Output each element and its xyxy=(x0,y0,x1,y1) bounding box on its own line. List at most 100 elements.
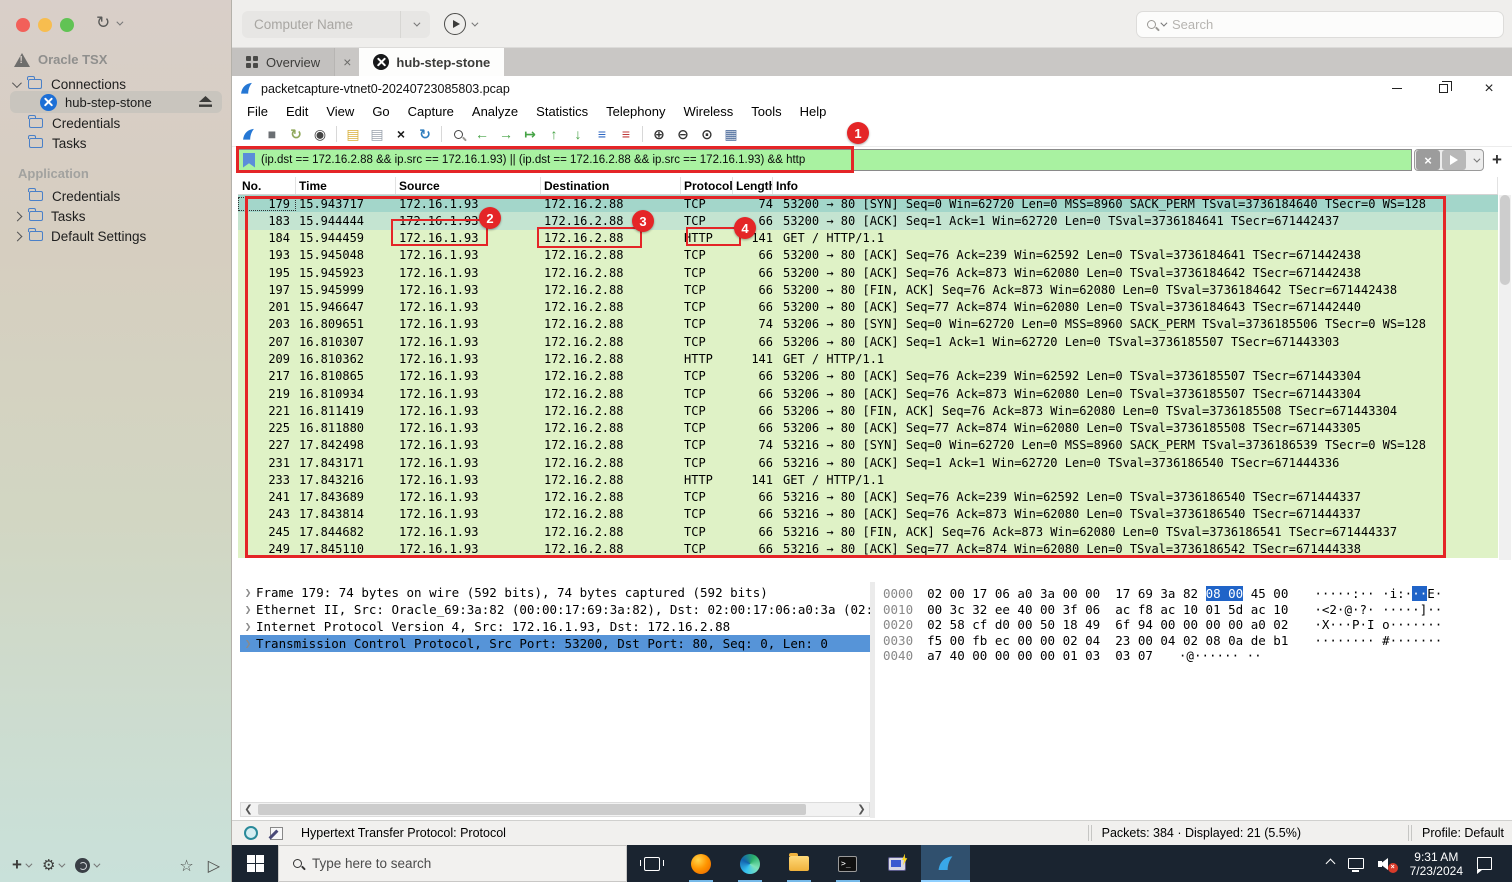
packet-row[interactable]: 241 17.843689 172.16.1.93 172.16.2.88 TCP 66 5… xyxy=(238,488,1498,506)
restore-button[interactable] xyxy=(1420,76,1466,101)
packet-row[interactable]: 183 15.944444 172.16.1.93 172.16.2.88 TCP 66 5… xyxy=(238,212,1498,230)
expand-chevron-icon[interactable]: ❯ xyxy=(240,637,256,650)
detail-tree-row[interactable]: ❯ Transmission Control Protocol, Src Port… xyxy=(240,635,870,652)
add-filter-button[interactable]: + xyxy=(1492,150,1502,170)
packet-row[interactable]: 195 15.945923 172.16.1.93 172.16.2.88 TCP 66 5… xyxy=(238,264,1498,282)
taskbar-app-command-prompt[interactable]: >_ xyxy=(823,845,872,882)
hex-dump-row[interactable]: 0030 f5 00 fb ec 00 00 02 04 23 00 04 02 … xyxy=(883,633,1505,649)
menu-telephony[interactable]: Telephony xyxy=(597,104,674,119)
expand-chevron-icon[interactable]: ❯ xyxy=(240,620,256,633)
menu-file[interactable]: File xyxy=(238,104,277,119)
column-header-destination[interactable]: Destination xyxy=(541,177,681,194)
run-button-group[interactable] xyxy=(444,13,479,35)
go-back-icon[interactable]: ← xyxy=(471,124,493,144)
annotation-pencil-icon[interactable] xyxy=(270,826,283,840)
profile-menu-button[interactable] xyxy=(75,857,101,873)
detail-tree-row[interactable]: ❯ Frame 179: 74 bytes on wire (592 bits),… xyxy=(240,584,870,601)
column-header-source[interactable]: Source xyxy=(396,177,541,194)
expand-chevron-icon[interactable]: ❯ xyxy=(240,586,256,599)
sidebar-item-hub-step-stone[interactable]: hub-step-stone xyxy=(10,91,222,113)
details-horizontal-scrollbar[interactable]: ❮ ❯ xyxy=(240,802,870,817)
packet-row[interactable]: 201 15.946647 172.16.1.93 172.16.2.88 TCP 66 5… xyxy=(238,298,1498,316)
go-to-packet-icon[interactable]: ↦ xyxy=(519,124,541,144)
close-button[interactable]: × xyxy=(1466,76,1512,101)
packet-row[interactable]: 179 15.943717 172.16.1.93 172.16.2.88 TCP 74 5… xyxy=(238,195,1498,213)
zoom-reset-icon[interactable]: ⊙ xyxy=(696,124,718,144)
scroll-left-icon[interactable]: ❮ xyxy=(241,804,256,815)
reload-icon[interactable]: ↻ xyxy=(414,124,436,144)
hex-dump-row[interactable]: 0010 00 3c 32 ee 40 00 3f 06 ac f8 ac 10 … xyxy=(883,602,1505,618)
start-button[interactable] xyxy=(232,845,278,882)
show-hidden-icons-icon[interactable] xyxy=(1325,858,1336,869)
minimize-button[interactable] xyxy=(1374,76,1420,101)
settings-gear-button[interactable]: ⚙ xyxy=(42,856,66,874)
auto-scroll-icon[interactable]: ≡ xyxy=(591,124,613,144)
packet-list-scrollbar[interactable] xyxy=(1499,195,1511,560)
packet-row[interactable]: 225 16.811880 172.16.1.93 172.16.2.88 TCP 66 5… xyxy=(238,419,1498,437)
zoom-window-icon[interactable] xyxy=(60,18,74,32)
menu-tools[interactable]: Tools xyxy=(742,104,790,119)
scrollbar-thumb[interactable] xyxy=(258,804,806,815)
menu-statistics[interactable]: Statistics xyxy=(527,104,597,119)
packet-row[interactable]: 203 16.809651 172.16.1.93 172.16.2.88 TCP 74 5… xyxy=(238,315,1498,334)
detail-tree-row[interactable]: ❯ Ethernet II, Src: Oracle_69:3a:82 (00:0… xyxy=(240,601,870,618)
scroll-right-icon[interactable]: ❯ xyxy=(854,804,869,815)
eject-icon[interactable] xyxy=(199,96,212,108)
add-button[interactable]: + xyxy=(12,855,33,875)
stop-capture-icon[interactable]: ■ xyxy=(261,124,283,144)
close-file-icon[interactable]: × xyxy=(390,124,412,144)
menu-analyze[interactable]: Analyze xyxy=(463,104,527,119)
packet-row[interactable]: 249 17.845110 172.16.1.93 172.16.2.88 TCP 66 5… xyxy=(238,540,1498,558)
packet-list-header[interactable]: No. Time Source Destination Protocol Length In… xyxy=(238,177,1498,195)
filter-dropdown-icon[interactable] xyxy=(1467,155,1483,163)
packet-row[interactable]: 227 17.842498 172.16.1.93 172.16.2.88 TCP 74 5… xyxy=(238,436,1498,454)
menu-edit[interactable]: Edit xyxy=(277,104,317,119)
apply-filter-icon[interactable] xyxy=(1442,150,1466,170)
go-last-icon[interactable]: ↓ xyxy=(567,124,589,144)
taskbar-app-file-explorer[interactable] xyxy=(774,845,823,882)
task-view-button[interactable] xyxy=(627,845,676,882)
taskbar-app-putty[interactable] xyxy=(872,845,921,882)
zoom-in-icon[interactable]: ⊕ xyxy=(648,124,670,144)
taskbar-app-wireshark[interactable] xyxy=(921,845,970,882)
profile-text[interactable]: Profile: Default xyxy=(1422,826,1504,840)
go-forward-icon[interactable]: → xyxy=(495,124,517,144)
save-file-icon[interactable]: ▤ xyxy=(366,124,388,144)
find-packet-icon[interactable] xyxy=(447,124,469,144)
hex-dump-row[interactable]: 0020 02 58 cf d0 00 50 18 49 6f 94 00 00 … xyxy=(883,617,1505,633)
packet-row[interactable]: 233 17.843216 172.16.1.93 172.16.2.88 HTTP 14… xyxy=(238,471,1498,489)
menu-help[interactable]: Help xyxy=(791,104,836,119)
restart-capture-icon[interactable]: ↻ xyxy=(285,124,307,144)
capture-options-icon[interactable]: ◉ xyxy=(309,124,331,144)
packet-row[interactable]: 219 16.810934 172.16.1.93 172.16.2.88 TCP 66 5… xyxy=(238,384,1498,403)
hex-dump-row[interactable]: 0040 a7 40 00 00 00 00 01 03 03 07 ·@·····… xyxy=(883,648,1505,664)
packet-row[interactable]: 243 17.843814 172.16.1.93 172.16.2.88 TCP 66 5… xyxy=(238,505,1498,524)
column-header-length[interactable]: Length xyxy=(733,177,773,194)
favorite-star-icon[interactable]: ☆ xyxy=(179,856,193,875)
run-play-icon[interactable]: ▷ xyxy=(208,856,220,875)
hex-dump-row[interactable]: 0000 02 00 17 06 a0 3a 00 00 17 69 3a 82 … xyxy=(883,586,1505,602)
minimize-window-icon[interactable] xyxy=(38,18,52,32)
menu-view[interactable]: View xyxy=(317,104,363,119)
menu-capture[interactable]: Capture xyxy=(399,104,463,119)
taskbar-clock[interactable]: 9:31 AM 7/23/2024 xyxy=(1410,850,1463,878)
bookmark-icon[interactable] xyxy=(243,152,255,168)
zoom-out-icon[interactable]: ⊖ xyxy=(672,124,694,144)
packet-row[interactable]: 209 16.810362 172.16.1.93 172.16.2.88 HTTP 14… xyxy=(238,350,1498,368)
tab-hub-step-stone[interactable]: hub-step-stone xyxy=(359,48,505,76)
packet-row[interactable]: 231 17.843171 172.16.1.93 172.16.2.88 TCP 66 5… xyxy=(238,453,1498,472)
packet-row[interactable]: 207 16.810307 172.16.1.93 172.16.2.88 TCP 66 5… xyxy=(238,333,1498,351)
detail-tree-row[interactable]: ❯ Internet Protocol Version 4, Src: 172.1… xyxy=(240,618,870,635)
colorize-icon[interactable]: ≡ xyxy=(615,124,637,144)
wireshark-title-bar[interactable]: packetcapture-vtnet0-20240723085803.pcap… xyxy=(232,76,1512,101)
close-window-icon[interactable] xyxy=(16,18,30,32)
sidebar-item-app-tasks[interactable]: Tasks xyxy=(0,206,232,226)
tab-overview[interactable]: Overview xyxy=(232,48,336,76)
taskbar-app-edge[interactable] xyxy=(725,845,774,882)
packet-row[interactable]: 184 15.944459 172.16.1.93 172.16.2.88 HTTP 14… xyxy=(238,229,1498,247)
packet-row[interactable]: 193 15.945048 172.16.1.93 172.16.2.88 TCP 66 5… xyxy=(238,246,1498,265)
sidebar-item-credentials[interactable]: Credentials xyxy=(0,113,232,133)
start-capture-icon[interactable] xyxy=(237,124,259,144)
computer-name-select[interactable]: Computer Name xyxy=(242,11,430,38)
expert-info-icon[interactable] xyxy=(244,826,258,840)
